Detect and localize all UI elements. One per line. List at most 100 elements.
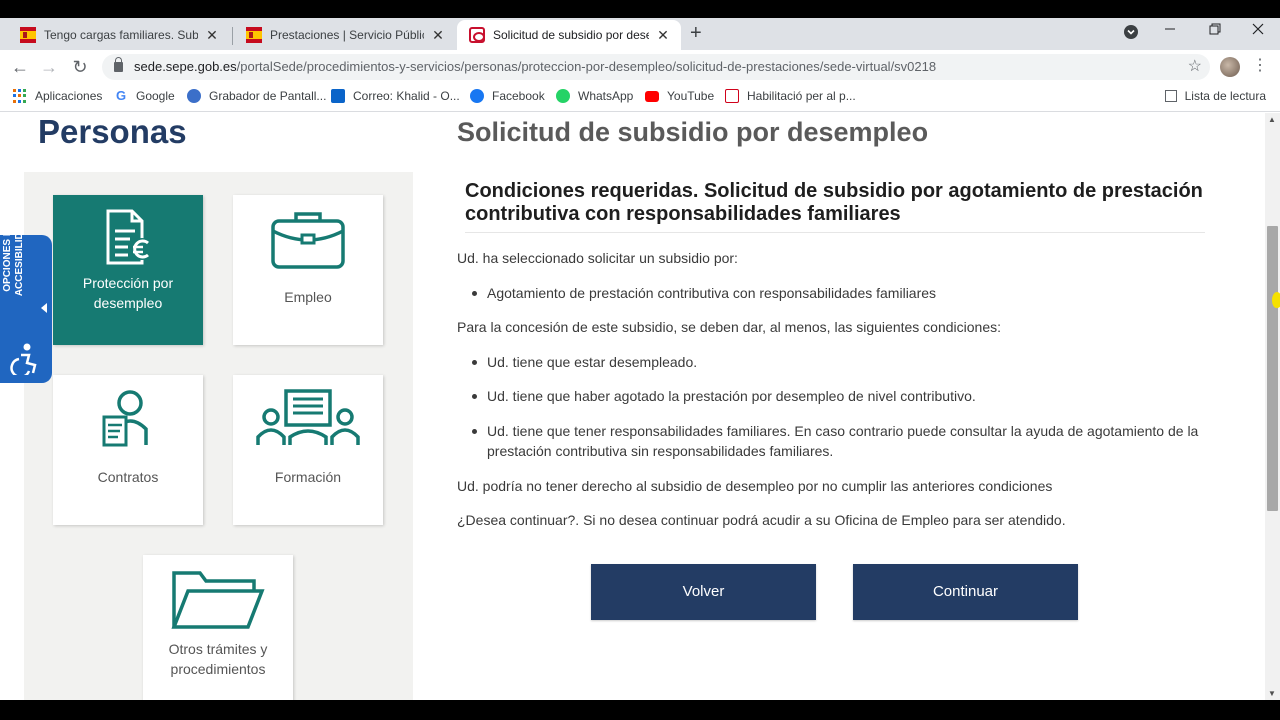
close-tab-icon[interactable]: ✕	[655, 27, 671, 44]
lock-icon	[114, 57, 123, 72]
close-tab-icon[interactable]: ✕	[430, 27, 446, 44]
arrow-left-icon	[41, 303, 47, 313]
training-icon	[256, 389, 360, 445]
facebook-icon	[470, 89, 484, 103]
browser-tab-strip: Tengo cargas familiares. Subsidio ✕ Pres…	[0, 18, 1280, 50]
bookmark-label: Facebook	[492, 89, 545, 103]
youtube-icon	[645, 90, 659, 102]
bookmark-youtube[interactable]: YouTube	[645, 89, 714, 103]
spain-flag-icon	[246, 27, 262, 43]
page-title: Solicitud de subsidio por desempleo	[457, 117, 929, 147]
bookmark-label: WhatsApp	[578, 89, 634, 103]
scroll-up-icon[interactable]: ▲	[1268, 115, 1276, 124]
bookmark-outlook[interactable]: Correo: Khalid - O...	[331, 89, 460, 103]
bookmark-whatsapp[interactable]: WhatsApp	[556, 89, 633, 103]
tab-separator	[232, 27, 233, 45]
list-item: Ud. tiene que tener responsabilidades fa…	[472, 421, 1207, 461]
bookmark-recorder[interactable]: Grabador de Pantall...	[187, 89, 326, 103]
scroll-down-icon[interactable]: ▼	[1268, 689, 1276, 698]
list-item: Agotamiento de prestación contributiva c…	[472, 283, 1217, 303]
bookmark-apps[interactable]: Aplicaciones	[13, 89, 102, 103]
bookmark-star-icon[interactable]: ☆	[1188, 54, 1202, 80]
apps-grid-icon	[13, 89, 27, 103]
card-label: Contratos	[97, 469, 159, 485]
tab-search-icon[interactable]	[1124, 25, 1138, 42]
card-empleo[interactable]: Empleo	[233, 195, 383, 345]
google-icon: G	[114, 88, 128, 103]
section-title: Personas	[38, 113, 187, 150]
intro-text: Ud. ha seleccionado solicitar un subsidi…	[457, 250, 738, 266]
accessibility-icon	[10, 343, 37, 375]
tab-title: Prestaciones | Servicio Público de	[270, 28, 424, 42]
whatsapp-icon	[556, 89, 570, 103]
browser-tab-2[interactable]: Prestaciones | Servicio Público de ✕	[234, 20, 456, 50]
list-item: Ud. tiene que estar desempleado.	[472, 352, 1217, 372]
reading-list-icon	[1164, 90, 1177, 102]
close-tab-icon[interactable]: ✕	[204, 27, 220, 44]
reload-icon[interactable]: ↻	[69, 56, 91, 78]
card-contratos[interactable]: Contratos	[53, 375, 203, 525]
back-button[interactable]: Volver	[591, 564, 816, 620]
card-formacion[interactable]: Formación	[233, 375, 383, 525]
browser-tab-3-active[interactable]: Solicitud de subsidio por desemp ✕	[457, 20, 681, 50]
close-window-icon[interactable]	[1252, 22, 1264, 39]
reading-list-label: Lista de lectura	[1184, 89, 1266, 103]
accessibility-label: OPCIONES DE ACCESIBILIDAD	[2, 217, 25, 297]
card-label: Protección por desempleo	[82, 275, 174, 311]
bookmark-label: Aplicaciones	[35, 89, 103, 103]
briefcase-icon	[271, 212, 345, 269]
bookmark-label: YouTube	[667, 89, 715, 103]
warning-text: Ud. podría no tener derecho al subsidio …	[457, 478, 1053, 494]
bookmark-label: Habilitació per al p...	[747, 89, 856, 103]
bookmark-label: Correo: Khalid - O...	[353, 89, 460, 103]
card-proteccion-desempleo[interactable]: Protección por desempleo	[53, 195, 203, 345]
url-domain: sede.sepe.gob.es	[134, 59, 237, 74]
url-path: /portalSede/procedimientos-y-servicios/p…	[236, 59, 937, 74]
outlook-icon	[331, 89, 345, 103]
address-bar[interactable]: sede.sepe.gob.es/portalSede/procedimient…	[102, 54, 1210, 80]
minimize-icon[interactable]	[1164, 22, 1176, 39]
recorder-icon	[187, 89, 201, 103]
sepe-icon	[469, 27, 485, 43]
conditions-intro: Para la concesión de este subsidio, se d…	[457, 319, 1002, 335]
reading-list[interactable]: Lista de lectura	[1164, 89, 1266, 103]
list-item: Ud. tiene que haber agotado la prestació…	[472, 386, 1217, 406]
card-label: Formación	[274, 469, 342, 485]
bookmark-label: Grabador de Pantall...	[209, 89, 327, 103]
document-euro-icon	[106, 209, 153, 265]
question-text: ¿Desea continuar?. Si no desea continuar…	[457, 512, 1066, 528]
card-label: Otros trámites y procedimientos	[168, 641, 268, 677]
spain-flag-icon	[20, 27, 36, 43]
vertical-scrollbar[interactable]: ▲ ▼	[1265, 113, 1280, 700]
tab-title: Solicitud de subsidio por desemp	[493, 28, 649, 42]
forward-arrow-icon[interactable]: →	[38, 56, 60, 78]
divider	[465, 232, 1205, 233]
card-label: Empleo	[284, 289, 332, 305]
browser-menu-icon[interactable]: ⋮	[1252, 55, 1268, 75]
back-arrow-icon[interactable]: ←	[9, 56, 31, 78]
tab-title: Tengo cargas familiares. Subsidio	[44, 28, 198, 42]
browser-toolbar: ← → ↻ sede.sepe.gob.es/portalSede/proced…	[0, 50, 1280, 84]
profile-avatar[interactable]	[1220, 57, 1240, 77]
continue-button[interactable]: Continuar	[853, 564, 1078, 620]
folder-icon	[171, 571, 265, 629]
accessibility-options-tab[interactable]: OPCIONES DE ACCESIBILIDAD	[0, 218, 52, 383]
screen-bottom-border	[0, 700, 1280, 720]
browser-tab-1[interactable]: Tengo cargas familiares. Subsidio ✕	[8, 20, 230, 50]
bookmark-label: Google	[136, 89, 175, 103]
bookmark-google[interactable]: G Google	[114, 89, 175, 103]
scrollbar-thumb[interactable]	[1267, 226, 1278, 511]
gencat-icon	[725, 89, 739, 103]
contract-person-icon	[102, 390, 148, 447]
mouse-cursor-highlight	[1272, 292, 1280, 308]
screen-top-border	[0, 0, 1280, 18]
category-panel: Protección por desempleo Empleo Contrato…	[24, 172, 413, 700]
bookmarks-bar: Aplicaciones G Google Grabador de Pantal…	[0, 84, 1280, 112]
restore-icon[interactable]	[1209, 22, 1221, 39]
bookmark-gencat[interactable]: Habilitació per al p...	[725, 89, 856, 103]
page-viewport: Personas Protección por desempleo Empleo…	[0, 113, 1265, 700]
card-otros-tramites[interactable]: Otros trámites y procedimientos	[143, 555, 293, 700]
bookmark-facebook[interactable]: Facebook	[470, 89, 545, 103]
new-tab-button[interactable]: +	[690, 22, 702, 45]
conditions-heading: Condiciones requeridas. Solicitud de sub…	[465, 180, 1203, 225]
